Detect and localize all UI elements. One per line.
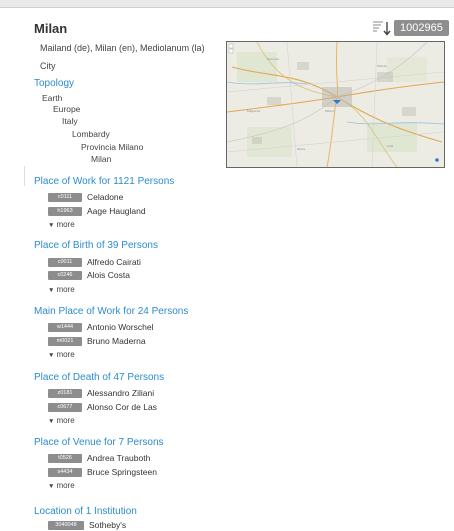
list-item[interactable]: c0246 Alois Costa xyxy=(48,270,130,280)
person-code-badge: h1963 xyxy=(48,206,82,216)
topology-level-europe[interactable]: Europe xyxy=(53,104,80,114)
section-place-of-death[interactable]: Place of Death of 47 Persons xyxy=(34,372,164,383)
person-name[interactable]: Alfredo Cairati xyxy=(87,257,141,267)
more-toggle[interactable]: ▼ more xyxy=(48,416,75,425)
svg-text:Pavia: Pavia xyxy=(297,147,305,151)
person-code-badge: c0111 xyxy=(48,192,82,202)
list-item[interactable]: 3040048 Sotheby's xyxy=(48,520,126,530)
person-code-badge: c0246 xyxy=(48,270,82,280)
left-edge-marker xyxy=(24,166,25,186)
person-name[interactable]: Alois Costa xyxy=(87,270,130,280)
person-code-badge: t0526 xyxy=(48,453,82,463)
section-place-of-birth[interactable]: Place of Birth of 39 Persons xyxy=(34,240,158,251)
person-code-badge: s4434 xyxy=(48,467,82,477)
topology-level-earth[interactable]: Earth xyxy=(42,93,62,103)
topology-heading[interactable]: Topology xyxy=(34,78,74,89)
topology-level-provincia[interactable]: Provincia Milano xyxy=(81,142,143,152)
section-location-institution[interactable]: Location of 1 Institution xyxy=(34,506,137,517)
person-name[interactable]: Bruce Springsteen xyxy=(87,467,157,477)
section-place-of-venue[interactable]: Place of Venue for 7 Persons xyxy=(34,437,164,448)
person-name[interactable]: Celadone xyxy=(87,192,123,202)
svg-text:Lodi: Lodi xyxy=(387,144,393,148)
person-name[interactable]: Alonso Cor de Las xyxy=(87,402,157,412)
person-code-badge: w1444 xyxy=(48,322,82,332)
institution-name[interactable]: Sotheby's xyxy=(89,520,126,530)
list-item[interactable]: w1444 Antonio Worschel xyxy=(48,322,153,332)
topology-level-lombardy[interactable]: Lombardy xyxy=(72,129,110,139)
person-code-badge: m0021 xyxy=(48,336,82,346)
topology-level-milan[interactable]: Milan xyxy=(91,154,111,164)
more-label: more xyxy=(56,481,75,490)
list-item[interactable]: c0111 Celadone xyxy=(48,192,123,202)
more-label: more xyxy=(56,416,75,425)
person-code-badge: c0677 xyxy=(48,402,82,412)
list-item[interactable]: c0011 Alfredo Cairati xyxy=(48,257,141,267)
list-item[interactable]: t0526 Andrea Trauboth xyxy=(48,453,150,463)
list-item[interactable]: m0021 Bruno Maderna xyxy=(48,336,146,346)
topology-level-italy[interactable]: Italy xyxy=(62,116,78,126)
triangle-down-icon: ▼ xyxy=(48,418,55,425)
more-label: more xyxy=(56,220,75,229)
more-toggle[interactable]: ▼ more xyxy=(48,220,75,229)
person-code-badge: z0181 xyxy=(48,388,82,398)
place-type: City xyxy=(40,61,56,71)
list-item[interactable]: c0677 Alonso Cor de Las xyxy=(48,402,157,412)
section-place-of-work[interactable]: Place of Work for 1121 Persons xyxy=(34,176,174,187)
person-name[interactable]: Bruno Maderna xyxy=(87,336,146,346)
more-label: more xyxy=(56,285,75,294)
svg-text:Saronno: Saronno xyxy=(267,57,280,61)
triangle-down-icon: ▼ xyxy=(48,222,55,229)
triangle-down-icon: ▼ xyxy=(48,287,55,294)
triangle-down-icon: ▼ xyxy=(48,483,55,490)
person-name[interactable]: Alessandro Ziliani xyxy=(87,388,154,398)
list-item[interactable]: s4434 Bruce Springsteen xyxy=(48,467,157,477)
list-item[interactable]: z0181 Alessandro Ziliani xyxy=(48,388,154,398)
section-main-place-of-work[interactable]: Main Place of Work for 24 Persons xyxy=(34,306,188,317)
sort-descending-icon[interactable] xyxy=(372,20,392,36)
institution-code-badge: 3040048 xyxy=(48,520,84,530)
person-name[interactable]: Andrea Trauboth xyxy=(87,453,150,463)
person-name[interactable]: Aage Haugland xyxy=(87,206,146,216)
location-map[interactable]: Saronno Monza Milano Magenta Lodi Pavia xyxy=(226,41,445,168)
alternate-names: Mailand (de), Milan (en), Mediolanum (la… xyxy=(40,43,205,53)
svg-text:Monza: Monza xyxy=(377,64,387,68)
triangle-down-icon: ▼ xyxy=(48,352,55,359)
svg-text:Milano: Milano xyxy=(325,109,335,113)
id-badge: 1002965 xyxy=(394,20,449,36)
svg-text:Magenta: Magenta xyxy=(247,109,260,113)
person-name[interactable]: Antonio Worschel xyxy=(87,322,153,332)
more-label: more xyxy=(56,350,75,359)
top-bar-divider xyxy=(0,7,454,8)
top-bar xyxy=(0,0,454,7)
page-title: Milan xyxy=(34,21,68,36)
more-toggle[interactable]: ▼ more xyxy=(48,350,75,359)
more-toggle[interactable]: ▼ more xyxy=(48,285,75,294)
list-item[interactable]: h1963 Aage Haugland xyxy=(48,206,146,216)
person-code-badge: c0011 xyxy=(48,257,82,267)
more-toggle[interactable]: ▼ more xyxy=(48,481,75,490)
